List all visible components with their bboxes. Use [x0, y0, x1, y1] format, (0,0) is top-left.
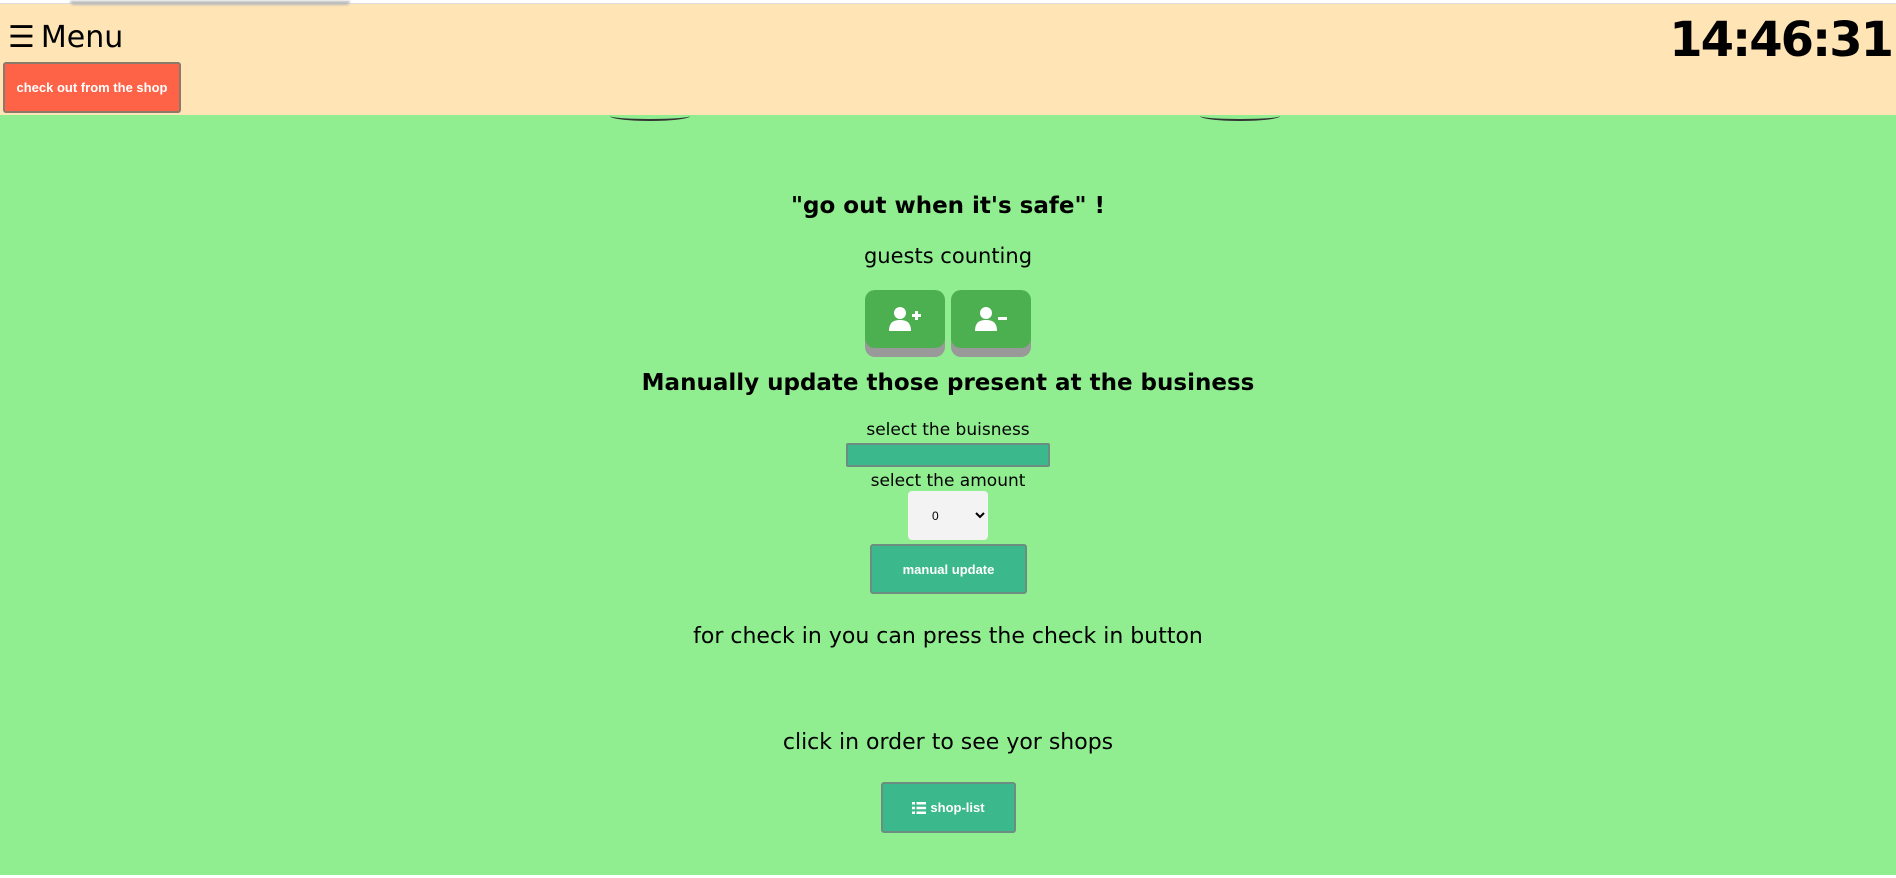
header-shadow — [70, 1, 350, 5]
top-header: ☰ Menu 14:46:31 check out from the shop — [0, 1, 1896, 116]
guest-buttons — [865, 290, 1031, 348]
menu-button[interactable]: ☰ Menu — [8, 20, 123, 55]
remove-guest-button[interactable] — [951, 290, 1031, 348]
business-label: select the buisness — [866, 420, 1030, 440]
manual-update-title: Manually update those present at the bus… — [641, 370, 1255, 396]
menu-label: Menu — [40, 20, 124, 55]
list-icon — [912, 801, 927, 814]
shop-list-label: shop-list — [930, 800, 985, 815]
slogan: "go out when it's safe" ! — [791, 193, 1105, 219]
checkin-hint: for check in you can press the check in … — [693, 624, 1203, 649]
hamburger-icon: ☰ — [8, 19, 35, 55]
shops-hint: click in order to see yor shops — [782, 730, 1114, 755]
shop-list-button[interactable]: shop-list — [881, 782, 1016, 833]
decorative-arc — [610, 111, 690, 121]
user-plus-icon — [889, 307, 921, 331]
checkout-button[interactable]: check out from the shop — [3, 62, 181, 113]
guests-counting-title: guests counting — [863, 244, 1033, 268]
amount-select[interactable]: 0 — [908, 491, 988, 540]
main-content: "go out when it's safe" ! guests countin… — [0, 115, 1896, 875]
user-minus-icon — [975, 307, 1007, 331]
business-select-input[interactable] — [846, 443, 1050, 467]
manual-update-button[interactable]: manual update — [870, 544, 1027, 594]
amount-label: select the amount — [870, 471, 1026, 491]
add-guest-button[interactable] — [865, 290, 945, 348]
clock: 14:46:31 — [1669, 12, 1894, 68]
decorative-arc — [1200, 111, 1280, 121]
